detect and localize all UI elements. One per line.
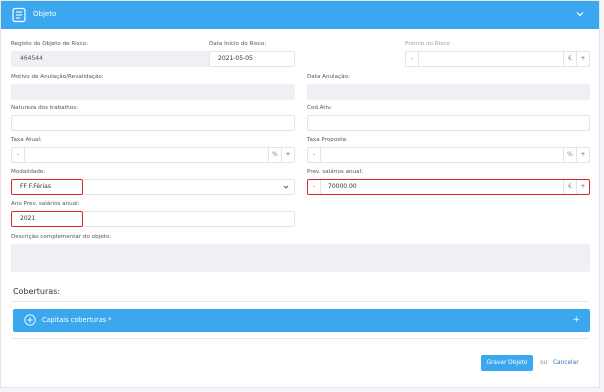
descricao-label: Descrição complementar do objeto: (11, 234, 112, 240)
modalidade-label: Modalidade: (11, 169, 46, 175)
prev-salarios-field[interactable]: 70000.00 (328, 180, 357, 194)
data-inicio-field[interactable]: 2021-05-05 (209, 51, 295, 67)
premio-minus-button[interactable]: - (406, 52, 419, 66)
taxa-proposta-unit: % (563, 148, 576, 162)
modalidade-select[interactable]: FF F.Férias (11, 179, 295, 195)
prev-salarios-unit: € (563, 180, 576, 194)
taxa-atual-minus-button[interactable]: - (12, 148, 25, 162)
data-anulacao-field (307, 84, 590, 100)
motivo-field (11, 84, 295, 100)
prev-salarios-plus-button[interactable]: + (576, 180, 589, 194)
cod-ativ-field[interactable] (307, 115, 590, 131)
coberturas-title: Coberturas: (13, 287, 61, 296)
or-text: ou (540, 360, 548, 366)
premio-unit: € (563, 52, 576, 66)
taxa-proposta-input-group: - % + (307, 147, 590, 163)
modalidade-value: FF F.Férias (11, 179, 83, 195)
cancel-link[interactable]: Cancelar (553, 360, 579, 366)
expand-plus-icon[interactable]: + (572, 314, 580, 326)
plus-circle-icon (24, 314, 36, 326)
save-button[interactable]: Gravar Objeto (481, 355, 533, 371)
taxa-atual-label: Taxa Atual: (11, 137, 42, 143)
objeto-header[interactable]: Objeto (1, 1, 599, 29)
ano-prev-value: 2021 (11, 211, 83, 227)
form-icon (12, 7, 26, 23)
chevron-down-icon[interactable] (575, 9, 585, 19)
motivo-label: Motivo de Anulação/Revalidação: (11, 74, 104, 80)
prev-salarios-minus-button[interactable]: - (308, 180, 321, 194)
taxa-atual-input-group: - % + (11, 147, 295, 163)
cod-ativ-label: Cod.Ativ: (307, 105, 333, 111)
natureza-label: Natureza dos trabalhos: (11, 105, 78, 111)
prev-salarios-input-group: - 70000.00 € + (307, 179, 590, 195)
data-anulacao-label: Data Anulação: (307, 74, 350, 80)
premio-input-group: - € + (405, 51, 590, 67)
capitais-coberturas-bar[interactable]: Capitais coberturas * + (13, 309, 590, 332)
divider (11, 338, 589, 339)
taxa-proposta-label: Taxa Proposta: (307, 137, 348, 143)
objeto-card: Objeto Registo do Objeto de Risco: 46454… (0, 0, 600, 388)
taxa-proposta-plus-button[interactable]: + (576, 148, 589, 162)
premio-label: Prémio do Risco (405, 41, 450, 47)
taxa-proposta-minus-button[interactable]: - (308, 148, 321, 162)
chevron-down-icon (283, 185, 289, 189)
ano-prev-input[interactable]: 2021 (11, 211, 295, 227)
descricao-field (11, 244, 590, 272)
natureza-field[interactable] (11, 115, 295, 131)
registo-label: Registo do Objeto de Risco: (11, 41, 89, 47)
divider (11, 301, 589, 302)
ano-prev-input-body (83, 211, 295, 227)
modalidade-select-body (83, 179, 295, 195)
page-title: Objeto (33, 10, 57, 18)
prev-salarios-label: Prev. salários anual: (307, 169, 364, 175)
data-inicio-label: Data Início do Risco: (209, 41, 267, 47)
taxa-atual-plus-button[interactable]: + (281, 148, 294, 162)
premio-plus-button[interactable]: + (576, 52, 589, 66)
capitais-coberturas-label: Capitais coberturas * (42, 316, 112, 324)
taxa-atual-unit: % (268, 148, 281, 162)
ano-prev-label: Ano Prev. salários anual: (11, 201, 80, 207)
